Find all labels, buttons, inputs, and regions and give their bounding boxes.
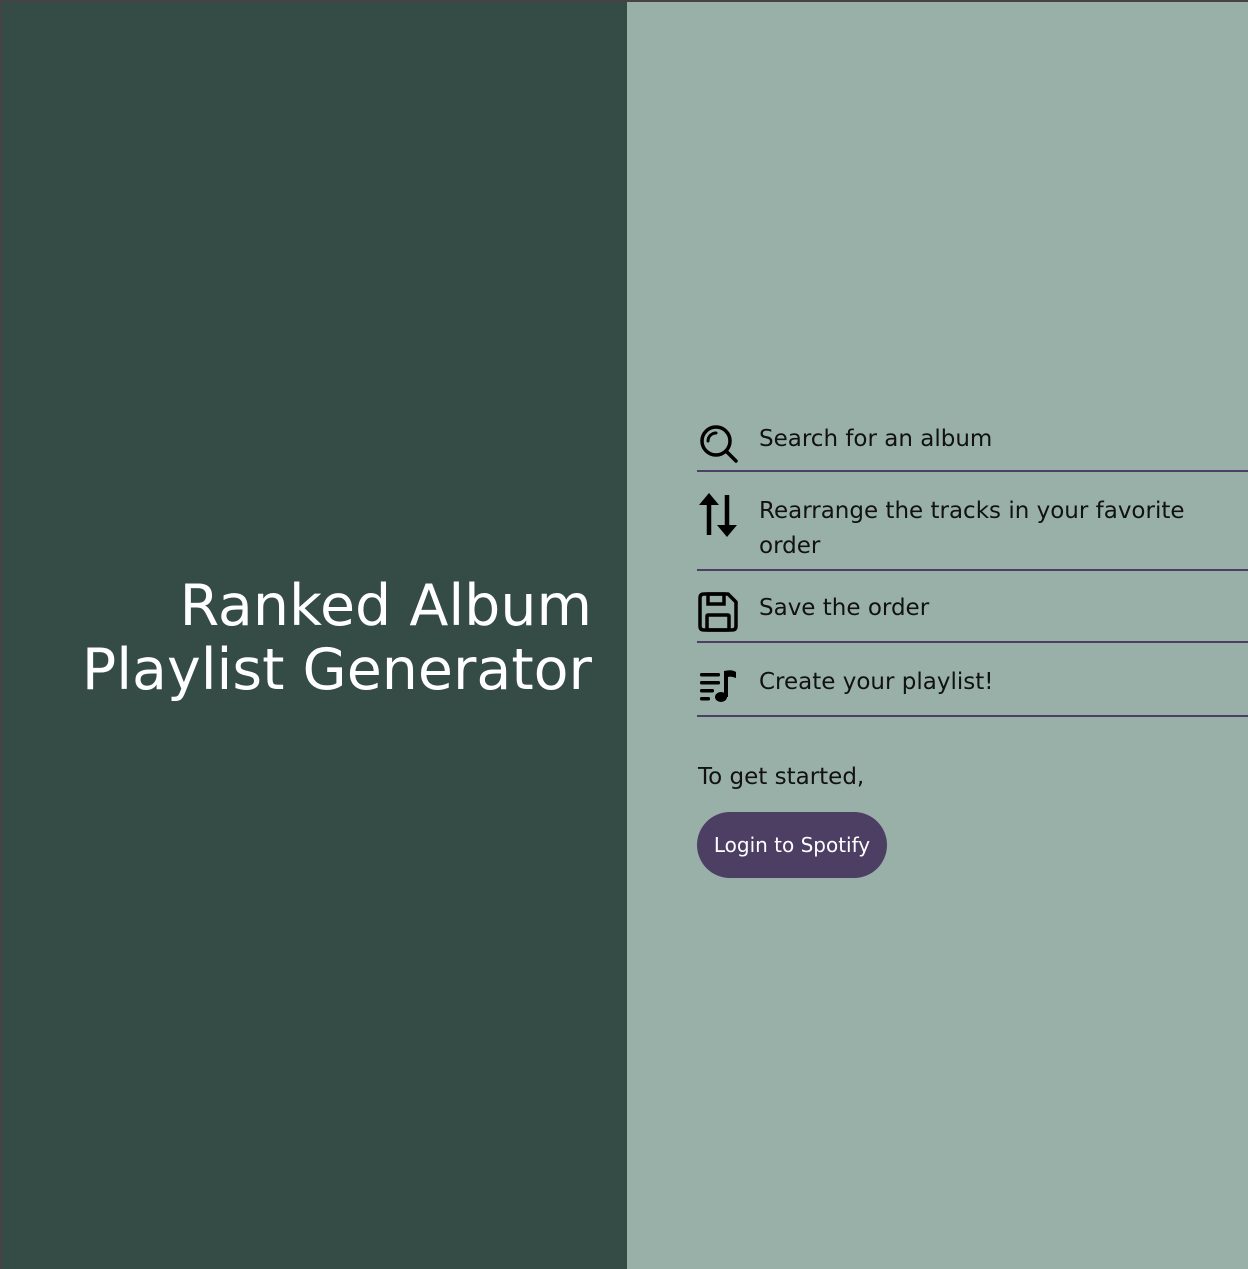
sort-arrows-icon [697, 493, 739, 537]
login-spotify-button[interactable]: Login to Spotify [697, 812, 887, 878]
page-title: Ranked Album Playlist Generator [82, 574, 592, 702]
title-line-1: Ranked Album [179, 573, 592, 639]
step-search-label: Search for an album [759, 426, 993, 452]
step-search: Search for an album [697, 414, 1248, 472]
steps-list: Search for an album Rearrange the tracks… [697, 414, 1248, 717]
playlist-music-icon [697, 665, 739, 707]
save-icon [697, 591, 739, 633]
step-create: Create your playlist! [697, 643, 1248, 717]
instructions-panel: Search for an album Rearrange the tracks… [627, 2, 1248, 1269]
step-rearrange-label: Rearrange the tracks in your favorite or… [759, 498, 1185, 559]
search-icon [697, 422, 739, 464]
page: Ranked Album Playlist Generator Search f… [0, 0, 1248, 1269]
step-rearrange: Rearrange the tracks in your favorite or… [697, 472, 1248, 571]
step-create-label: Create your playlist! [759, 669, 994, 695]
title-line-2: Playlist Generator [81, 637, 592, 703]
step-save-label: Save the order [759, 595, 930, 621]
hero-panel: Ranked Album Playlist Generator [2, 2, 627, 1269]
step-save: Save the order [697, 571, 1248, 643]
intro-text: To get started, [698, 764, 865, 790]
